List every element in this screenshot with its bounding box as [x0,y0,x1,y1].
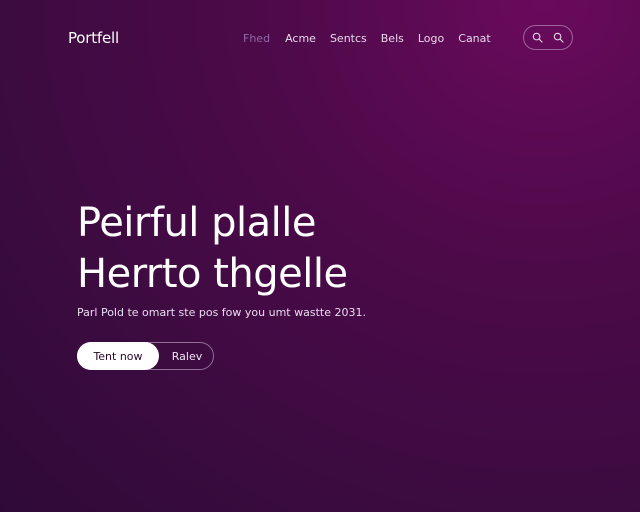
nav-item-acme[interactable]: Acme [285,32,316,45]
hero-subtitle: Parl Pold te omart ste pos fow you umt w… [77,306,366,319]
search-button[interactable] [523,25,573,50]
primary-cta-button[interactable]: Tent now [77,342,159,370]
site-header: Portfell Fhed Acme Sentcs Bels Logo Cana… [0,0,640,76]
nav-item-sentcs[interactable]: Sentcs [330,32,367,45]
search-icon [553,32,564,43]
hero-title-line-2: Herrto thgelle [77,251,348,297]
main-nav: Fhed Acme Sentcs Bels Logo Canat [243,32,491,45]
secondary-cta-button[interactable]: Ralev [160,343,214,369]
hero-title-line-1: Peirful plalle [77,200,316,246]
hero-title: Peirful plalle Herrto thgelle [77,198,348,300]
nav-item-logo[interactable]: Logo [418,32,444,45]
cta-group: Tent now Ralev [77,342,214,370]
search-icon [532,32,543,43]
nav-item-canat[interactable]: Canat [458,32,490,45]
nav-item-bels[interactable]: Bels [381,32,404,45]
nav-item-fhed[interactable]: Fhed [243,32,270,45]
brand-logo[interactable]: Portfell [68,29,119,47]
